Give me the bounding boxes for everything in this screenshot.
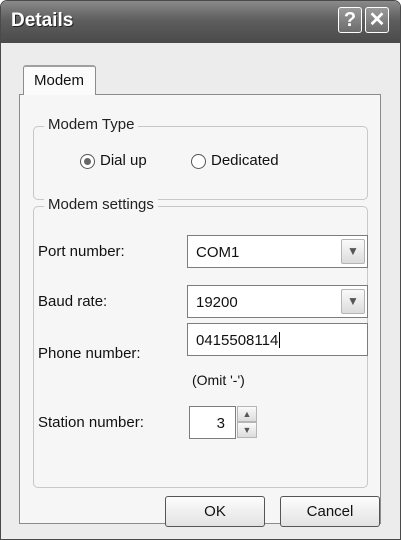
dial-up-radio[interactable] [80, 154, 95, 169]
dial-up-label[interactable]: Dial up [100, 152, 147, 169]
help-button[interactable]: ? [338, 7, 362, 33]
phone-number-label: Phone number: [38, 345, 141, 362]
modem-type-title: Modem Type [44, 116, 139, 133]
tab-modem-label: Modem [34, 72, 85, 89]
station-number-value: 3 [216, 415, 225, 432]
port-number-select[interactable]: COM1 ▼ [187, 235, 368, 268]
station-number-label: Station number: [38, 414, 144, 431]
modem-settings-title: Modem settings [44, 196, 158, 213]
port-number-value: COM1 [196, 244, 240, 261]
baud-rate-select[interactable]: 19200 ▼ [187, 285, 368, 318]
phone-number-text: 0415508114 [196, 332, 279, 349]
chevron-down-icon[interactable]: ▼ [341, 239, 365, 264]
ok-button[interactable]: OK [165, 496, 265, 527]
radio-selected-dot [84, 158, 91, 165]
dedicated-label[interactable]: Dedicated [211, 152, 279, 169]
window-title: Details [11, 10, 74, 31]
baud-rate-label: Baud rate: [38, 293, 108, 310]
phone-number-value: 0415508114 [196, 332, 281, 349]
spin-down-icon[interactable]: ▼ [237, 422, 257, 438]
details-dialog: Details ? ✕ Modem Modem Type Dial up Ded… [0, 0, 401, 540]
baud-rate-value: 19200 [196, 294, 238, 311]
phone-hint: (Omit '-') [192, 372, 245, 388]
station-number-stepper[interactable]: ▲ ▼ [237, 406, 257, 439]
text-caret [279, 332, 281, 348]
port-number-label: Port number: [38, 243, 125, 260]
cancel-button[interactable]: Cancel [280, 496, 380, 527]
dedicated-radio[interactable] [191, 154, 206, 169]
tab-modem[interactable]: Modem [23, 65, 96, 95]
dialog-client-area: Modem Modem Type Dial up Dedicated Modem… [5, 43, 396, 537]
phone-number-field[interactable]: 0415508114 [187, 323, 368, 356]
close-button[interactable]: ✕ [365, 7, 389, 33]
title-bar[interactable]: Details ? ✕ [1, 1, 400, 43]
station-number-input[interactable]: 3 [189, 406, 236, 439]
chevron-down-icon[interactable]: ▼ [341, 289, 365, 314]
spin-up-icon[interactable]: ▲ [237, 406, 257, 422]
